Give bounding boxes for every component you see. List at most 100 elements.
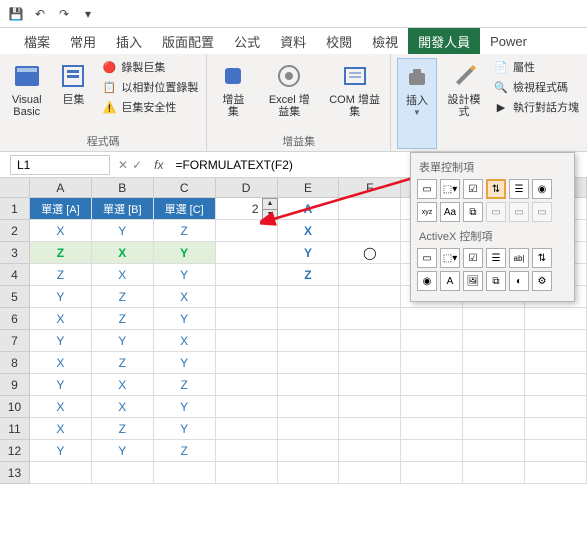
cancel-icon[interactable]: ✕ <box>118 158 128 172</box>
cell[interactable]: Y <box>30 330 92 352</box>
cell[interactable]: 單選 [C] <box>154 198 216 220</box>
cell[interactable] <box>525 330 587 352</box>
tab-data[interactable]: 資料 <box>270 28 316 54</box>
ax-toggle-control[interactable]: ◐ <box>509 271 529 291</box>
cell[interactable]: Y <box>154 242 216 264</box>
cell[interactable] <box>525 352 587 374</box>
save-icon[interactable]: 💾 <box>8 6 24 22</box>
cell[interactable] <box>216 330 278 352</box>
cell[interactable] <box>278 440 340 462</box>
cell[interactable]: X <box>92 242 154 264</box>
cell[interactable] <box>278 374 340 396</box>
cell[interactable] <box>339 418 401 440</box>
col-C[interactable]: C <box>154 178 216 198</box>
cell[interactable]: Y <box>30 440 92 462</box>
cell[interactable] <box>463 418 525 440</box>
cell[interactable]: 單選 [B] <box>92 198 154 220</box>
form-button-control[interactable]: ▭ <box>417 179 437 199</box>
tab-view[interactable]: 檢視 <box>362 28 408 54</box>
form-listbox-control[interactable]: ☰ <box>509 179 529 199</box>
cell[interactable] <box>463 374 525 396</box>
cell[interactable]: X <box>30 418 92 440</box>
cell[interactable] <box>216 264 278 286</box>
cell[interactable]: Y <box>154 418 216 440</box>
cell[interactable] <box>339 374 401 396</box>
cell[interactable] <box>339 440 401 462</box>
form-combo-control[interactable]: ⬚▾ <box>440 179 460 199</box>
col-B[interactable]: B <box>92 178 154 198</box>
cell[interactable] <box>401 330 463 352</box>
cell[interactable] <box>216 308 278 330</box>
cell[interactable]: X <box>154 330 216 352</box>
record-macro-button[interactable]: 🔴錄製巨集 <box>99 58 200 76</box>
cell[interactable] <box>525 462 587 484</box>
cell[interactable]: Z <box>30 242 92 264</box>
row-13[interactable]: 13 <box>0 462 30 484</box>
tab-layout[interactable]: 版面配置 <box>152 28 224 54</box>
fx-icon[interactable]: fx <box>148 158 169 172</box>
cell[interactable]: X <box>30 220 92 242</box>
cell[interactable] <box>525 374 587 396</box>
cell[interactable] <box>401 352 463 374</box>
tab-formulas[interactable]: 公式 <box>224 28 270 54</box>
col-A[interactable]: A <box>30 178 92 198</box>
spin-down-icon[interactable]: ▼ <box>263 210 277 220</box>
ax-more-control[interactable]: ⚙ <box>532 271 552 291</box>
cell[interactable]: Y <box>278 242 340 264</box>
cell[interactable]: Y <box>92 330 154 352</box>
row-11[interactable]: 11 <box>0 418 30 440</box>
ax-spin-control[interactable]: ⧉ <box>486 271 506 291</box>
cell[interactable]: A <box>278 198 340 220</box>
cell[interactable]: Y <box>30 374 92 396</box>
cell[interactable]: Z <box>154 440 216 462</box>
cell[interactable] <box>278 418 340 440</box>
excel-addins-button[interactable]: Excel 增益集 <box>259 58 319 131</box>
cell[interactable]: Z <box>92 352 154 374</box>
cell[interactable] <box>216 220 278 242</box>
cell[interactable] <box>216 374 278 396</box>
cell[interactable] <box>463 396 525 418</box>
cell[interactable] <box>463 330 525 352</box>
form-label-control[interactable]: Aa <box>440 202 460 222</box>
col-D[interactable]: D <box>216 178 278 198</box>
cell[interactable] <box>339 330 401 352</box>
cell[interactable] <box>339 396 401 418</box>
cell[interactable]: Y <box>154 352 216 374</box>
cell[interactable]: Y <box>154 264 216 286</box>
row-5[interactable]: 5 <box>0 286 30 308</box>
col-E[interactable]: E <box>278 178 340 198</box>
cell[interactable]: Y <box>92 220 154 242</box>
cell[interactable] <box>278 286 340 308</box>
cell[interactable] <box>339 308 401 330</box>
select-all-corner[interactable] <box>0 178 30 198</box>
visual-basic-button[interactable]: Visual Basic <box>6 58 47 131</box>
form-groupbox-control[interactable]: xyz <box>417 202 437 222</box>
cell[interactable]: Y <box>92 440 154 462</box>
cell[interactable]: Z <box>30 264 92 286</box>
cell[interactable]: Y <box>30 286 92 308</box>
cell[interactable] <box>216 352 278 374</box>
cell[interactable]: ◯ <box>339 242 401 264</box>
cell[interactable]: X <box>30 352 92 374</box>
form-spinner-control[interactable]: ⇅ <box>486 179 506 199</box>
row-10[interactable]: 10 <box>0 396 30 418</box>
tab-insert[interactable]: 插入 <box>106 28 152 54</box>
cell[interactable] <box>463 462 525 484</box>
cell[interactable] <box>339 352 401 374</box>
cell[interactable]: Z <box>92 308 154 330</box>
run-dialog-button[interactable]: ▶執行對話方塊 <box>491 98 581 116</box>
cell[interactable] <box>30 462 92 484</box>
cell[interactable] <box>278 352 340 374</box>
cell[interactable] <box>339 220 401 242</box>
row-4[interactable]: 4 <box>0 264 30 286</box>
spin-button-control[interactable]: ▲ ▼ <box>262 198 278 220</box>
row-3[interactable]: 3 <box>0 242 30 264</box>
cell[interactable] <box>92 462 154 484</box>
cell[interactable] <box>216 462 278 484</box>
cell[interactable] <box>401 374 463 396</box>
cell[interactable]: X <box>278 220 340 242</box>
ax-listbox-control[interactable]: ☰ <box>486 248 506 268</box>
row-8[interactable]: 8 <box>0 352 30 374</box>
tab-developer[interactable]: 開發人員 <box>408 28 480 54</box>
cell[interactable] <box>154 462 216 484</box>
